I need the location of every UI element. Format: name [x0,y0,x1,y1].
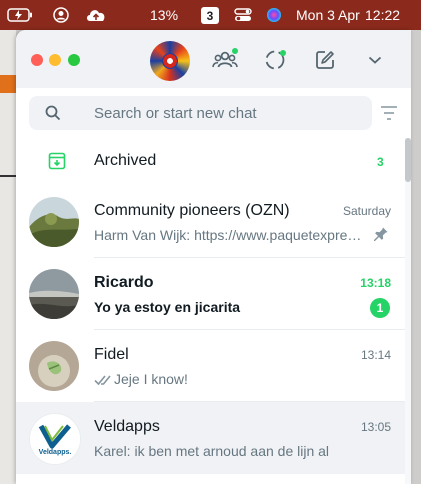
chat-last-message: Karel: ik ben met arnoud aan de lijn al [94,443,330,459]
menu-date[interactable]: Mon 3 Apr [296,0,360,30]
status-icon[interactable] [262,47,288,73]
battery-charging-icon[interactable] [4,0,36,30]
chat-time: 13:18 [360,276,391,290]
chat-item-community-pioneers[interactable]: Community pioneers (OZN) Saturday Harm V… [16,186,405,258]
archived-label: Archived [94,152,157,169]
chat-last-message: Yo ya estoy en jicarita [94,299,241,315]
profile-avatar[interactable] [150,41,190,81]
chat-item-veldapps[interactable]: Veldapps. Veldapps 13:05 Karel: ik ben m… [16,402,405,474]
new-chat-icon[interactable] [312,47,338,73]
minimize-window-button[interactable] [49,54,61,66]
chat-time: 13:05 [360,420,391,434]
chat-time: Saturday [342,204,391,218]
title-bar [16,30,411,88]
chat-last-message: Jeje I know! [114,371,188,387]
whatsapp-window: Search or start new chat Archived 3 Comm… [16,30,411,484]
chat-last-message-wrapper: Jeje I know! [94,371,364,387]
chat-list-scrollbar[interactable] [405,138,411,484]
chat-item-fidel[interactable]: Fidel 13:14 Jeje I know! [16,330,405,402]
chat-name: Community pioneers (OZN) [94,202,290,219]
control-center-icon[interactable] [232,0,254,30]
background-divider [0,175,16,177]
maximize-window-button[interactable] [68,54,80,66]
scroll-thumb[interactable] [405,138,411,182]
notification-badge[interactable]: 3 [201,7,219,24]
chat-list: Archived 3 Community pioneers (OZN) Satu… [16,138,411,484]
chat-avatar: Veldapps. [29,413,81,465]
chat-name: Fidel [94,346,129,363]
chat-avatar [29,269,79,319]
search-placeholder: Search or start new chat [94,105,257,122]
chevron-down-icon[interactable] [362,47,388,73]
chat-last-message: Harm Van Wijk: https://www.paquetexpre… [94,227,362,243]
siri-icon[interactable] [265,0,283,30]
archive-icon [48,152,66,170]
menu-time[interactable]: 12:22 [365,0,400,30]
search-input[interactable]: Search or start new chat [29,96,372,130]
status-notification-dot [280,50,286,56]
chat-avatar [29,341,79,391]
menu-bar: 13% 3 Mon 3 Apr 12:22 [0,0,421,30]
chat-avatar [29,197,79,247]
battery-percent: 13% [150,7,179,23]
veldapps-logo-text: Veldapps. [39,449,72,456]
close-window-button[interactable] [31,54,43,66]
communities-icon[interactable] [212,47,238,73]
cloud-upload-icon[interactable] [84,0,108,30]
search-row: Search or start new chat [16,88,411,138]
background-logo [0,75,16,93]
chat-item-ricardo[interactable]: Ricardo 13:18 Yo ya estoy en jicarita 1 [16,258,405,330]
double-check-icon [94,375,111,386]
chat-name: Veldapps [94,418,160,435]
search-icon [45,105,61,121]
pin-icon [374,227,388,241]
chat-time: 13:14 [360,348,391,362]
background-window [0,30,16,484]
archived-count: 3 [377,155,384,169]
unread-count-badge: 1 [370,298,390,318]
filter-icon[interactable] [380,105,398,121]
archived-row[interactable]: Archived 3 [16,138,405,186]
chat-name: Ricardo [94,274,154,291]
user-circle-icon[interactable] [50,0,72,30]
communities-notification-dot [232,48,238,54]
